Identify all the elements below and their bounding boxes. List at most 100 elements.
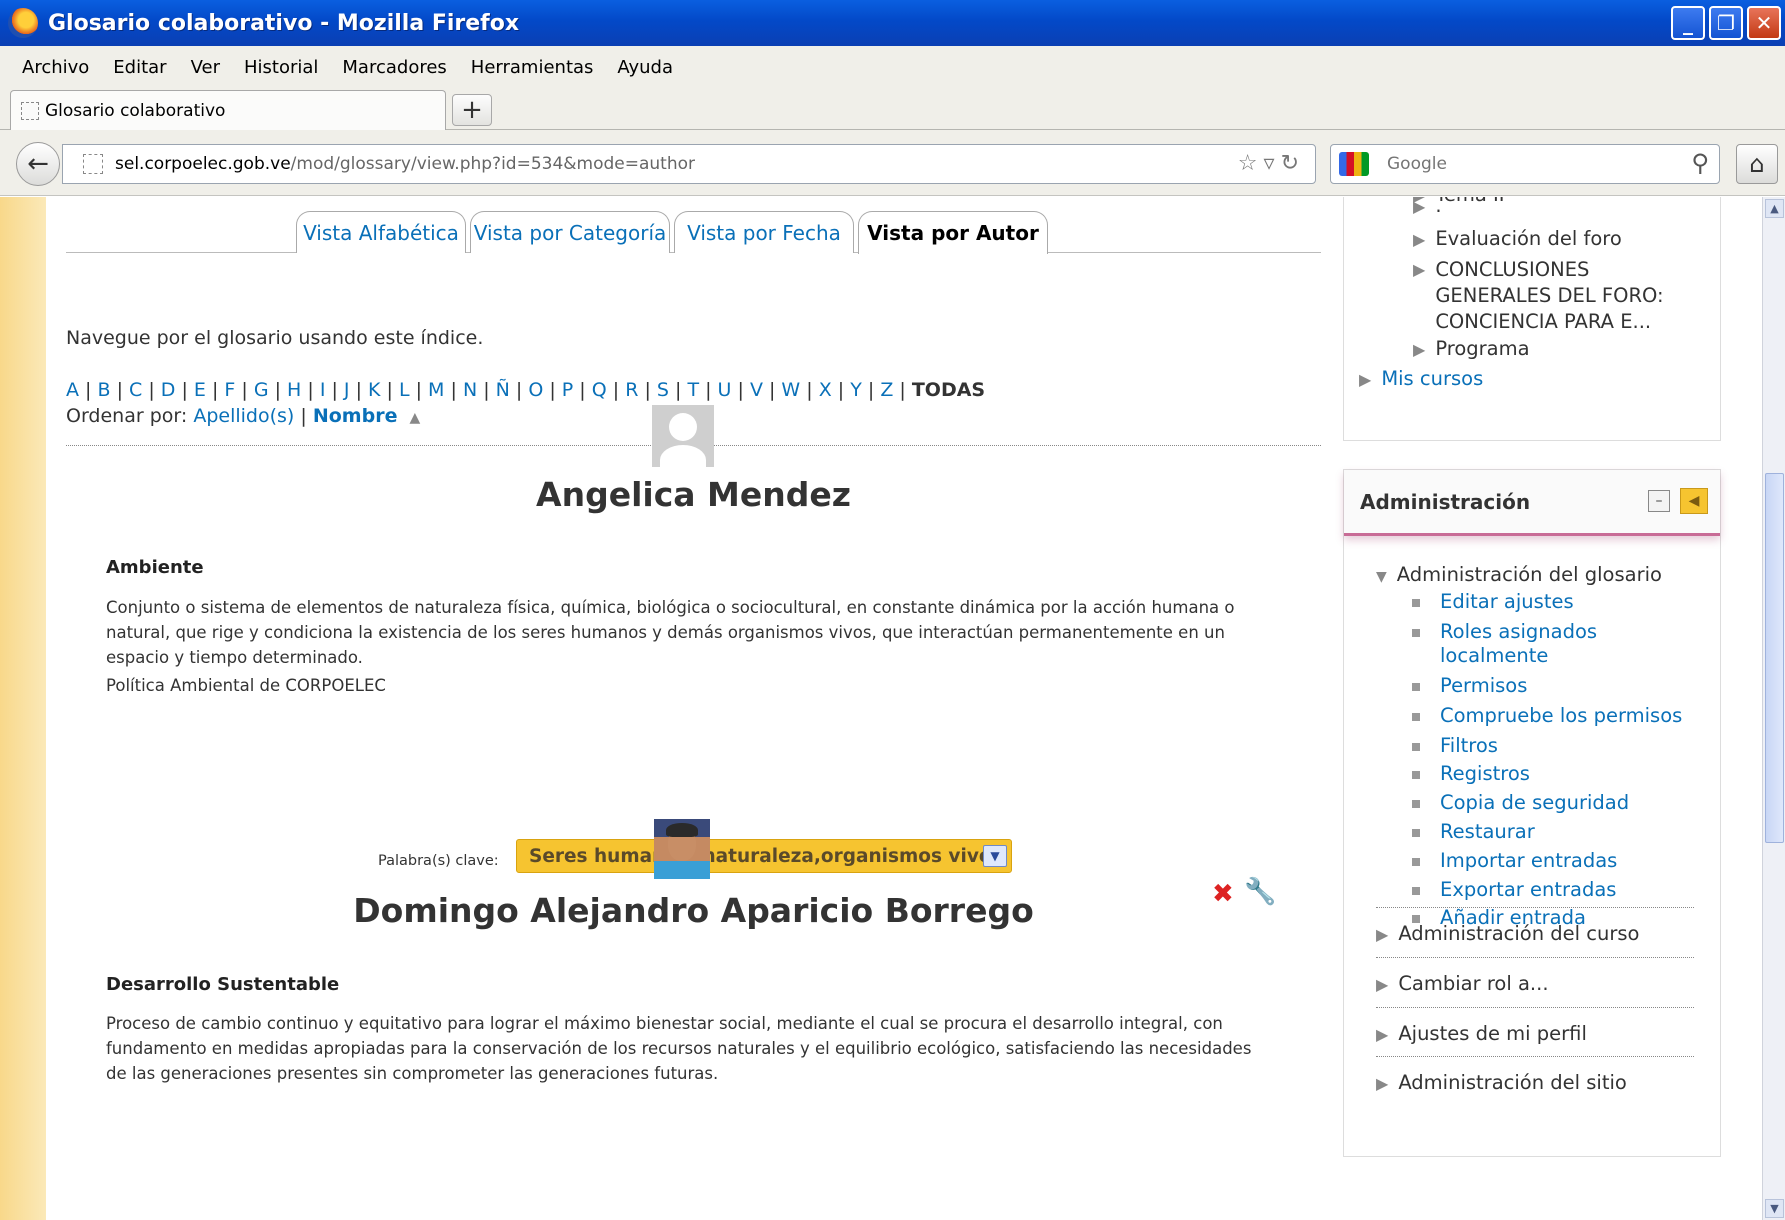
dock-icon[interactable]: ◀ — [1680, 488, 1708, 514]
google-engine-icon[interactable] — [1339, 152, 1369, 176]
letter-link[interactable]: U — [718, 379, 732, 401]
admin-section-profile[interactable]: ▶ Ajustes de mi perfil — [1376, 1007, 1694, 1045]
letter-link[interactable]: O — [528, 379, 543, 401]
back-button[interactable]: ← — [16, 142, 60, 186]
close-button[interactable]: ✕ — [1747, 6, 1781, 40]
letter-all-link[interactable]: TODAS — [912, 379, 985, 401]
admin-item-label: Compruebe los permisos — [1440, 704, 1683, 727]
admin-item-label: Permisos — [1440, 674, 1528, 697]
tab-bar: Glosario colaborativo + — [0, 88, 1785, 130]
bullet-icon — [1412, 599, 1420, 607]
expand-arrow-icon: ▶ — [1413, 260, 1426, 279]
nav-item[interactable]: ▶ CONCLUSIONES GENERALES DEL FORO: CONCIE… — [1413, 257, 1703, 335]
letter-link[interactable]: B — [97, 379, 110, 401]
entry-definition: Proceso de cambio continuo y equitativo … — [106, 1014, 1252, 1083]
admin-item-link[interactable]: Restaurar — [1412, 820, 1702, 844]
home-button[interactable]: ⌂ — [1736, 144, 1778, 184]
chevron-down-icon[interactable]: ▼ — [983, 845, 1007, 867]
search-input[interactable] — [1387, 154, 1667, 174]
admin-item-link[interactable]: Roles asignados localmente — [1412, 620, 1702, 668]
collapse-icon[interactable]: – — [1648, 490, 1670, 512]
author-avatar[interactable] — [652, 405, 714, 467]
bookmark-star-icon[interactable]: ☆ — [1238, 151, 1264, 176]
search-icon[interactable]: ⚲ — [1691, 149, 1709, 177]
search-bar[interactable]: ⚲ — [1330, 144, 1720, 184]
admin-item-link[interactable]: Copia de seguridad — [1412, 791, 1702, 815]
menu-ver[interactable]: Ver — [179, 57, 232, 78]
reload-icon[interactable]: ↻ — [1281, 151, 1305, 176]
letter-link[interactable]: V — [750, 379, 763, 401]
minimize-button[interactable]: _ — [1671, 6, 1705, 40]
letter-link[interactable]: E — [194, 379, 206, 401]
letter-link[interactable]: H — [287, 379, 301, 401]
history-dropdown-icon[interactable]: ▿ — [1264, 151, 1281, 176]
letter-link[interactable]: N — [463, 379, 477, 401]
url-text: sel.corpoelec.gob.ve/mod/glossary/view.p… — [115, 154, 695, 174]
letter-separator: | — [409, 379, 429, 401]
letter-link[interactable]: G — [254, 379, 269, 401]
new-tab-button[interactable]: + — [452, 94, 492, 126]
browser-tab[interactable]: Glosario colaborativo — [10, 90, 446, 130]
bullet-icon — [1412, 858, 1420, 866]
admin-item-link[interactable]: Compruebe los permisos — [1412, 704, 1702, 728]
letter-link[interactable]: M — [428, 379, 444, 401]
keywords-select[interactable]: Seres humanos, naturaleza,organismos viv… — [516, 839, 1012, 873]
my-courses-link[interactable]: ▶ Mis cursos — [1359, 367, 1483, 390]
admin-item-link[interactable]: Editar ajustes — [1412, 590, 1702, 614]
menu-marcadores[interactable]: Marcadores — [330, 57, 458, 78]
letter-link[interactable]: Z — [880, 379, 893, 401]
admin-section-site[interactable]: ▶ Administración del sitio — [1376, 1056, 1694, 1094]
sort-by-surname-link[interactable]: Apellido(s) — [193, 405, 294, 427]
scroll-down-icon[interactable]: ▼ — [1765, 1199, 1784, 1218]
admin-item-link[interactable]: Registros — [1412, 762, 1702, 786]
letter-link[interactable]: Y — [850, 379, 862, 401]
nav-item[interactable]: ▶ Evaluación del foro — [1413, 227, 1622, 250]
nav-item[interactable]: ▶. — [1413, 197, 1442, 217]
tab-alphabetical[interactable]: Vista Alfabética — [296, 211, 466, 253]
address-bar[interactable]: sel.corpoelec.gob.ve/mod/glossary/view.p… — [62, 144, 1316, 184]
entry-source: Política Ambiental de CORPOELEC — [106, 676, 386, 695]
admin-item-label: Registros — [1440, 762, 1530, 785]
letter-separator: | — [509, 379, 529, 401]
letter-link[interactable]: F — [224, 379, 235, 401]
menu-archivo[interactable]: Archivo — [10, 57, 101, 78]
admin-item-link[interactable]: Permisos — [1412, 674, 1702, 698]
letter-link[interactable]: Ñ — [496, 379, 510, 401]
menu-ayuda[interactable]: Ayuda — [605, 57, 685, 78]
letter-link[interactable]: A — [66, 379, 79, 401]
admin-section-course[interactable]: ▶ Administración del curso — [1376, 907, 1694, 945]
scrollbar-thumb[interactable] — [1765, 473, 1784, 843]
admin-item-link[interactable]: Exportar entradas — [1412, 878, 1702, 902]
letter-link[interactable]: S — [657, 379, 669, 401]
menu-historial[interactable]: Historial — [232, 57, 330, 78]
letter-link[interactable]: L — [399, 379, 410, 401]
admin-item-link[interactable]: Importar entradas — [1412, 849, 1702, 873]
letter-link[interactable]: X — [819, 379, 832, 401]
scroll-up-icon[interactable]: ▲ — [1765, 199, 1784, 218]
letter-link[interactable]: T — [687, 379, 699, 401]
letter-link[interactable]: C — [129, 379, 142, 401]
glossary-admin-node[interactable]: ▼ Administración del glosario — [1376, 563, 1662, 586]
tab-category[interactable]: Vista por Categoría — [470, 211, 670, 253]
vertical-scrollbar[interactable]: ▲ ▼ — [1762, 197, 1785, 1220]
admin-item-link[interactable]: Filtros — [1412, 734, 1702, 758]
menu-herramientas[interactable]: Herramientas — [459, 57, 606, 78]
author-name: Angelica Mendez — [536, 475, 851, 514]
admin-item-label: Roles asignados localmente — [1440, 620, 1598, 667]
letter-link[interactable]: R — [625, 379, 638, 401]
sort-by-name-link[interactable]: Nombre — [313, 405, 398, 427]
maximize-button[interactable]: ❐ — [1709, 6, 1743, 40]
tab-date[interactable]: Vista por Fecha — [674, 211, 854, 253]
letter-link[interactable]: Q — [592, 379, 607, 401]
menu-editar[interactable]: Editar — [101, 57, 178, 78]
tab-author[interactable]: Vista por Autor — [858, 211, 1048, 254]
letter-link[interactable]: D — [161, 379, 176, 401]
author-avatar[interactable] — [654, 819, 710, 879]
admin-section-switch-role[interactable]: ▶ Cambiar rol a... — [1376, 957, 1694, 995]
nav-item[interactable]: ▶ Programa — [1413, 337, 1530, 360]
letter-link[interactable]: K — [368, 379, 380, 401]
letter-link[interactable]: W — [781, 379, 800, 401]
letter-separator: | — [349, 379, 369, 401]
site-identity-icon[interactable] — [83, 154, 103, 174]
letter-link[interactable]: P — [562, 379, 573, 401]
